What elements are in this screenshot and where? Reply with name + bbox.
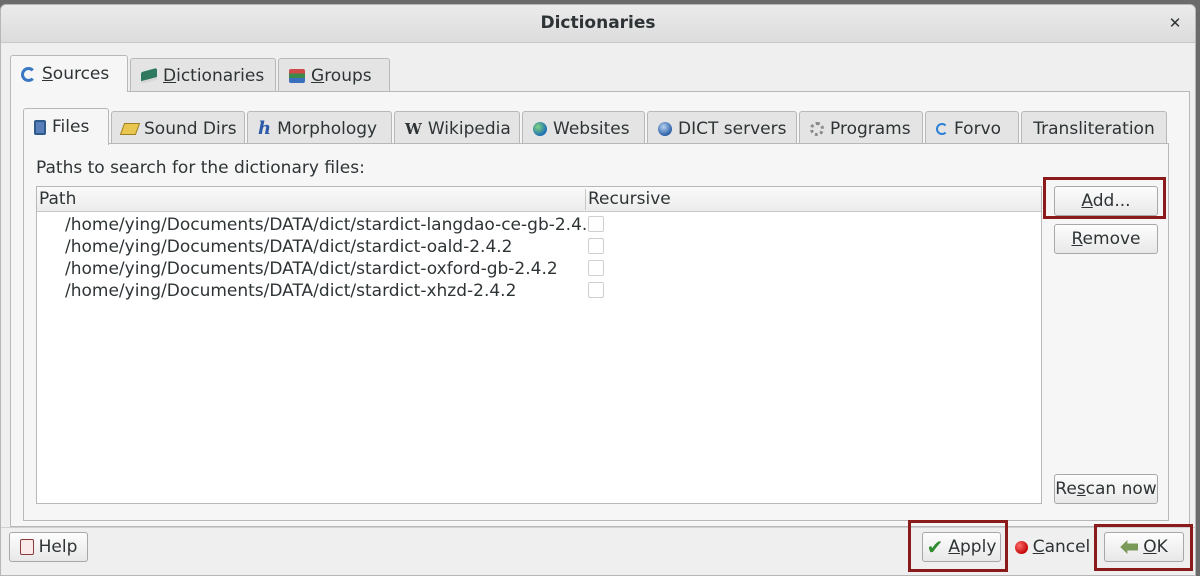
table-row[interactable]: /home/ying/Documents/DATA/dict/stardict-… bbox=[37, 280, 1041, 302]
column-header-path[interactable]: Path bbox=[39, 189, 76, 209]
tab-sources-label: Sources bbox=[42, 64, 110, 84]
tab-forvo-label: Forvo bbox=[954, 118, 1002, 139]
morphology-icon: h bbox=[258, 117, 272, 139]
remove-button[interactable]: Remove bbox=[1054, 224, 1158, 254]
apply-button-highlight bbox=[908, 520, 1008, 572]
tab-wikipedia[interactable]: W Wikipedia bbox=[394, 111, 520, 145]
book-icon bbox=[141, 67, 157, 84]
globe-icon bbox=[533, 121, 547, 136]
tab-forvo[interactable]: Forvo bbox=[925, 111, 1019, 145]
tab-dict-servers[interactable]: DICT servers bbox=[647, 111, 797, 145]
files-icon bbox=[34, 119, 46, 135]
cancel-button-label: Cancel bbox=[1032, 537, 1091, 557]
tab-dictionaries-label: Dictionaries bbox=[163, 65, 265, 86]
rescan-now-button-label: Rescan now bbox=[1055, 479, 1157, 499]
files-pane: Paths to search for the dictionary files… bbox=[23, 143, 1169, 521]
row-path: /home/ying/Documents/DATA/dict/stardict-… bbox=[65, 259, 558, 279]
recursive-checkbox[interactable] bbox=[588, 238, 604, 254]
table-row[interactable]: /home/ying/Documents/DATA/dict/stardict-… bbox=[37, 258, 1041, 280]
tab-morphology-label: Morphology bbox=[277, 118, 378, 139]
tab-wikipedia-label: Wikipedia bbox=[427, 118, 511, 139]
footer-divider bbox=[1, 527, 1195, 528]
tab-websites-label: Websites bbox=[553, 118, 630, 139]
row-path: /home/ying/Documents/DATA/dict/stardict-… bbox=[65, 281, 517, 301]
paths-table[interactable]: Path Recursive /home/ying/Documents/DATA… bbox=[36, 186, 1042, 504]
tab-files[interactable]: Files bbox=[23, 108, 109, 145]
tab-programs[interactable]: Programs bbox=[799, 111, 923, 145]
cancel-icon bbox=[1014, 540, 1028, 554]
window-title: Dictionaries bbox=[540, 13, 656, 33]
groups-icon bbox=[289, 68, 305, 83]
forvo-icon bbox=[936, 122, 948, 135]
wikipedia-icon: W bbox=[405, 119, 422, 138]
recursive-checkbox[interactable] bbox=[588, 282, 604, 298]
rescan-now-button[interactable]: Rescan now bbox=[1054, 474, 1158, 504]
tab-sound-dirs[interactable]: Sound Dirs bbox=[111, 111, 245, 145]
tab-files-label: Files bbox=[52, 117, 90, 137]
cancel-button[interactable]: Cancel bbox=[1012, 532, 1093, 562]
sources-icon bbox=[21, 66, 36, 82]
remove-button-label: Remove bbox=[1071, 229, 1141, 249]
close-icon[interactable]: ✕ bbox=[1165, 13, 1185, 33]
dictionaries-dialog: Dictionaries ✕ Sources Dictionaries Grou… bbox=[0, 4, 1196, 576]
table-row[interactable]: /home/ying/Documents/DATA/dict/stardict-… bbox=[37, 214, 1041, 236]
recursive-checkbox[interactable] bbox=[588, 260, 604, 276]
tab-sound-dirs-label: Sound Dirs bbox=[144, 118, 237, 139]
column-header-recursive[interactable]: Recursive bbox=[585, 189, 671, 210]
tab-groups-label: Groups bbox=[311, 65, 372, 86]
tab-morphology[interactable]: h Morphology bbox=[247, 111, 392, 145]
sources-pane: Files Sound Dirs h Morphology W Wikipedi… bbox=[10, 91, 1190, 527]
help-button-label: Help bbox=[38, 537, 78, 557]
ok-button-highlight bbox=[1094, 524, 1193, 571]
help-button[interactable]: Help bbox=[9, 532, 88, 562]
recursive-checkbox[interactable] bbox=[588, 216, 604, 232]
sound-dirs-icon bbox=[119, 122, 141, 135]
tab-groups[interactable]: Groups bbox=[278, 58, 390, 92]
gear-icon bbox=[810, 121, 824, 136]
title-bar: Dictionaries ✕ bbox=[1, 5, 1195, 43]
table-header: Path Recursive bbox=[37, 187, 1041, 212]
tab-transliteration-label: Transliteration bbox=[1033, 118, 1155, 139]
row-path: /home/ying/Documents/DATA/dict/stardict-… bbox=[65, 215, 599, 235]
tab-programs-label: Programs bbox=[830, 118, 911, 139]
table-row[interactable]: /home/ying/Documents/DATA/dict/stardict-… bbox=[37, 236, 1041, 258]
tab-dict-servers-label: DICT servers bbox=[678, 118, 787, 139]
add-button-highlight bbox=[1043, 177, 1166, 219]
tab-websites[interactable]: Websites bbox=[522, 111, 645, 145]
tab-sources[interactable]: Sources bbox=[10, 55, 128, 92]
row-path: /home/ying/Documents/DATA/dict/stardict-… bbox=[65, 237, 513, 257]
paths-label: Paths to search for the dictionary files… bbox=[36, 158, 365, 178]
help-icon bbox=[19, 539, 34, 555]
tab-dictionaries[interactable]: Dictionaries bbox=[130, 58, 276, 92]
tab-transliteration[interactable]: Transliteration bbox=[1021, 111, 1167, 145]
dict-server-icon bbox=[658, 121, 672, 136]
